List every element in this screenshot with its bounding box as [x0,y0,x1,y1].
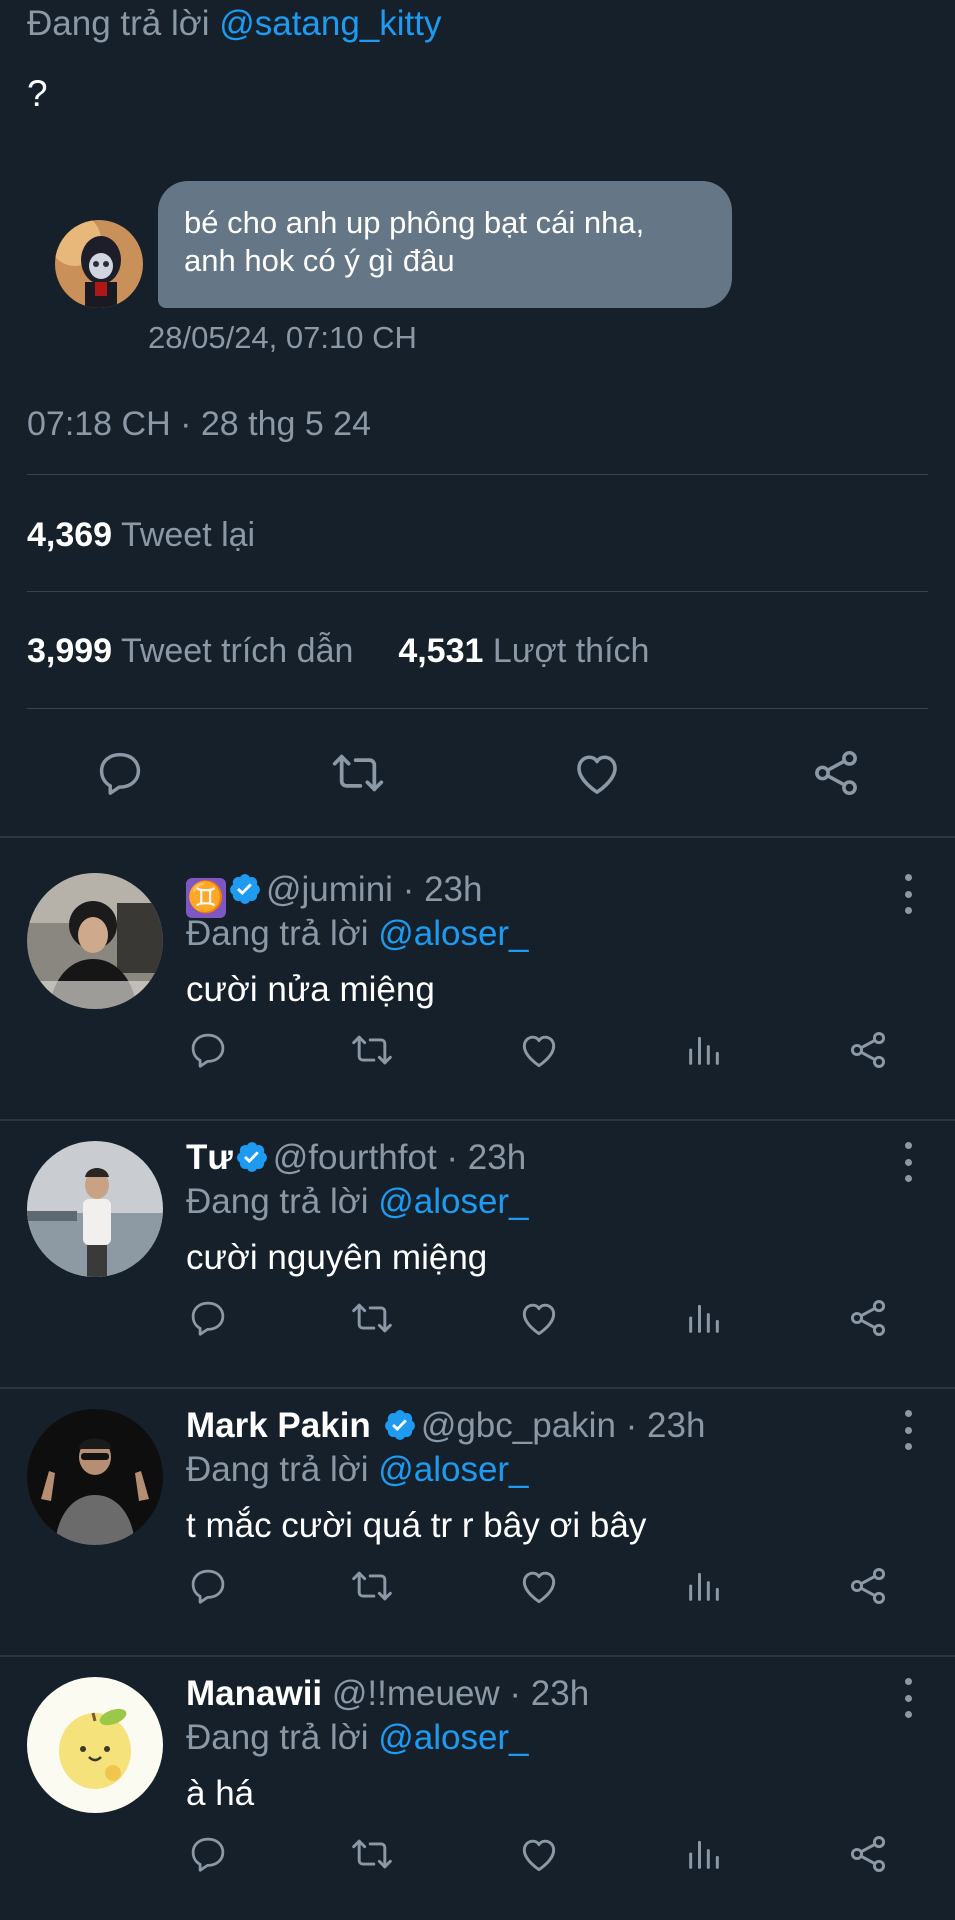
more-options-icon[interactable] [896,1410,920,1450]
verified-badge-icon [383,1408,417,1453]
reply-text: cười nửa miệng [186,970,435,1009]
verified-badge-icon [228,872,262,917]
more-options-icon[interactable] [896,1678,920,1718]
replying-to-line: Đang trả lời @aloser_ [186,1448,529,1492]
reply-header: Tư @fourthfot · 23h [186,1136,526,1185]
reply-action-bar [0,1296,955,1340]
dm-message-line-1: bé cho anh up phông bạt cái nha, [184,205,645,240]
analytics-icon[interactable] [682,1296,726,1340]
reply-tweet[interactable]: Tư @fourthfot · 23h Đang trả lời @aloser_… [0,1106,955,1372]
quote-stats[interactable]: 3,999 Tweet trích dẫn [27,632,363,670]
reply-icon[interactable] [186,1296,230,1340]
quote-label: Tweet trích dẫn [120,632,354,670]
reply-text: t mắc cười quá tr r bây ơi bây [186,1506,647,1545]
share-icon[interactable] [808,745,864,801]
reply-header: Manawii @!!meuew · 23h [186,1672,589,1716]
like-icon[interactable] [517,1564,561,1608]
reply-tweet[interactable]: ♊ @jumini · 23h Đang trả lời @aloser_ cườ… [0,838,955,1104]
share-icon[interactable] [846,1028,890,1072]
retweet-icon[interactable] [350,1564,394,1608]
user-name[interactable]: Manawii [186,1674,322,1713]
share-icon[interactable] [846,1832,890,1876]
dm-timestamp: 28/05/24, 07:10 CH [148,320,417,355]
like-icon[interactable] [569,745,625,801]
share-icon[interactable] [846,1296,890,1340]
like-count: 4,531 [398,632,484,670]
user-handle[interactable]: @gbc_pakin [421,1406,616,1445]
like-icon[interactable] [517,1296,561,1340]
like-icon[interactable] [517,1028,561,1072]
replying-to-label: Đang trả lời [186,914,369,953]
retweet-icon[interactable] [330,745,386,801]
replying-to-label: Đang trả lời [186,1718,369,1757]
avatar[interactable] [27,1409,163,1545]
like-label: Lượt thích [492,632,650,670]
reply-text: à há [186,1774,255,1813]
more-options-icon[interactable] [896,1142,920,1182]
user-handle[interactable]: @fourthfot [273,1138,437,1177]
divider [27,591,928,592]
reply-time: · 23h [509,1674,590,1713]
user-name[interactable]: Tư [186,1138,233,1177]
replying-to-line: Đang trả lời @aloser_ [186,912,529,956]
avatar[interactable] [27,873,163,1009]
user-handle[interactable]: @jumini [266,870,393,909]
reply-tweet[interactable]: Manawii @!!meuew · 23h Đang trả lời @alo… [0,1642,955,1908]
reply-time: · 23h [446,1138,527,1177]
tweet-timestamp: 07:18 CH · 28 thg 5 24 [27,405,372,443]
replying-to-handle[interactable]: @satang_kitty [219,4,441,43]
more-options-icon[interactable] [896,874,920,914]
retweet-stats[interactable]: 4,369 Tweet lại [27,513,255,557]
retweet-label: Tweet lại [120,516,256,554]
user-handle[interactable]: @!!meuew [332,1674,500,1713]
analytics-icon[interactable] [682,1832,726,1876]
reply-time: · 23h [402,870,483,909]
avatar[interactable] [27,1677,163,1813]
reply-header: Mark Pakin @gbc_pakin · 23h [186,1404,705,1453]
replying-to-line: Đang trả lời @aloser_ [186,1716,529,1760]
dm-message-bubble: bé cho anh up phông bạt cái nha, anh hok… [158,181,732,308]
reply-text: cười nguyên miệng [186,1238,488,1277]
dm-avatar [55,220,143,308]
retweet-count: 4,369 [27,516,113,554]
dm-message-line-2: anh hok có ý gì đâu [184,243,455,278]
quote-count: 3,999 [27,632,113,670]
tweet-text: ? [27,73,48,114]
replying-to-handle[interactable]: @aloser_ [378,1182,528,1221]
tweet-action-bar [0,745,955,801]
retweet-icon[interactable] [350,1028,394,1072]
quote-like-stats: 3,999 Tweet trích dẫn 4,531 Lượt thích [27,629,649,673]
like-icon[interactable] [517,1832,561,1876]
reply-icon[interactable] [186,1564,230,1608]
reply-action-bar [0,1028,955,1072]
replying-to-label: Đang trả lời [186,1182,369,1221]
replying-to-handle[interactable]: @aloser_ [378,1450,528,1489]
avatar[interactable] [27,1141,163,1277]
analytics-icon[interactable] [682,1028,726,1072]
verified-badge-icon [235,1140,269,1185]
reply-header: ♊ @jumini · 23h [186,868,482,918]
replying-to-line: Đang trả lời @satang_kitty [27,2,442,46]
divider [27,474,928,475]
reply-action-bar [0,1832,955,1876]
reply-icon[interactable] [186,1028,230,1072]
reply-icon[interactable] [186,1832,230,1876]
divider [27,708,928,709]
replying-to-label: Đang trả lời [27,4,210,43]
like-stats[interactable]: 4,531 Lượt thích [398,632,649,670]
share-icon[interactable] [846,1564,890,1608]
replying-to-label: Đang trả lời [186,1450,369,1489]
reply-icon[interactable] [92,745,148,801]
reply-action-bar [0,1564,955,1608]
reply-tweet[interactable]: Mark Pakin @gbc_pakin · 23h Đang trả lời … [0,1374,955,1640]
user-name[interactable]: Mark Pakin [186,1406,371,1445]
analytics-icon[interactable] [682,1564,726,1608]
retweet-icon[interactable] [350,1832,394,1876]
replying-to-handle[interactable]: @aloser_ [378,914,528,953]
reply-time: · 23h [625,1406,706,1445]
replying-to-line: Đang trả lời @aloser_ [186,1180,529,1224]
retweet-icon[interactable] [350,1296,394,1340]
replying-to-handle[interactable]: @aloser_ [378,1718,528,1757]
